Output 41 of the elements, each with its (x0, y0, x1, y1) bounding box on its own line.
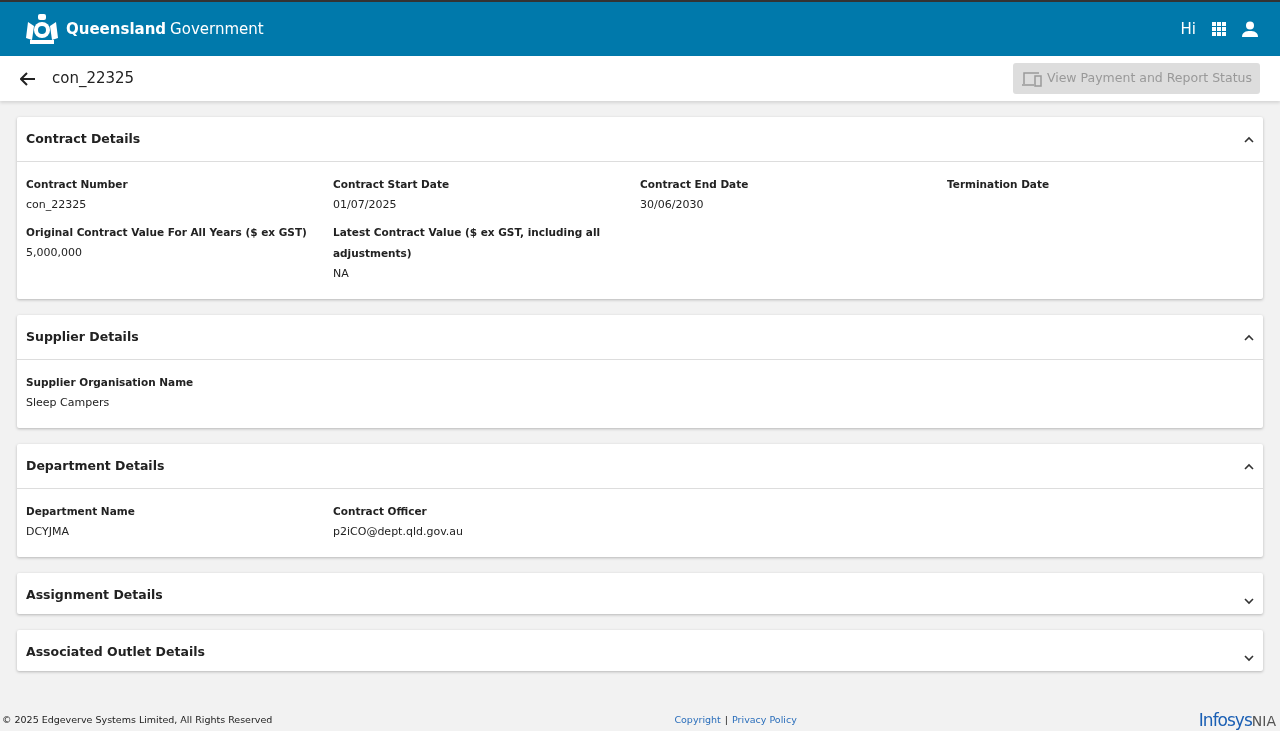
field-value: 01/07/2025 (333, 197, 398, 213)
field-label: Termination Date (947, 177, 1051, 192)
page-title: con_22325 (52, 68, 135, 90)
link-separator: | (724, 713, 729, 728)
copyright-text: © 2025 Edgeverve Systems Limited, All Rights Reserved (2, 713, 273, 728)
field-value: 5,000,000 (26, 245, 83, 261)
devices-icon (1020, 70, 1043, 87)
brand-name: Government (170, 18, 264, 40)
section-header[interactable]: Assignment Details (17, 573, 1263, 614)
field-label: Contract Start Date (333, 177, 451, 192)
apps-grid-icon[interactable] (1212, 22, 1226, 36)
field-label: Contract Officer (333, 504, 428, 519)
field-label: Contract End Date (640, 177, 750, 192)
field-value: DCYJMA (26, 524, 70, 540)
field-label: Contract Number (26, 177, 129, 192)
chevron-down-icon (1244, 655, 1254, 662)
section-header[interactable]: Department Details (17, 444, 1263, 489)
section-header[interactable]: Supplier Details (17, 315, 1263, 360)
field-label: Department Name (26, 504, 136, 519)
chevron-up-icon (1244, 333, 1254, 341)
chevron-up-icon (1244, 135, 1254, 143)
field-value: Sleep Campers (26, 395, 111, 411)
field-label: Latest Contract Value ($ ex GST, including all adjustments) (333, 225, 602, 261)
section-header[interactable]: Associated Outlet Details (17, 630, 1263, 671)
back-arrow-icon[interactable] (20, 71, 36, 86)
field-value: NA (333, 266, 350, 282)
field-value: p2iCO@dept.qld.gov.au (333, 524, 464, 540)
user-icon[interactable] (1242, 21, 1258, 37)
chevron-down-icon (1244, 598, 1254, 605)
vendor-logo: Infosys (1198, 708, 1252, 731)
field-label: Original Contract Value For All Years ($ ex GST) (26, 225, 308, 240)
footer-link[interactable]: Copyright (674, 713, 721, 728)
chevron-up-icon (1244, 462, 1254, 470)
vendor-logo: NIA (1251, 711, 1276, 729)
field-label: Supplier Organisation Name (26, 375, 195, 390)
brand-name: Queensland (66, 18, 167, 40)
field-value: con_22325 (26, 197, 88, 213)
field-value: 30/06/2030 (640, 197, 705, 213)
greeting-text: Hi (1180, 18, 1196, 40)
footer-link[interactable]: Privacy Policy (732, 713, 797, 728)
section-header[interactable]: Contract Details (17, 117, 1263, 162)
